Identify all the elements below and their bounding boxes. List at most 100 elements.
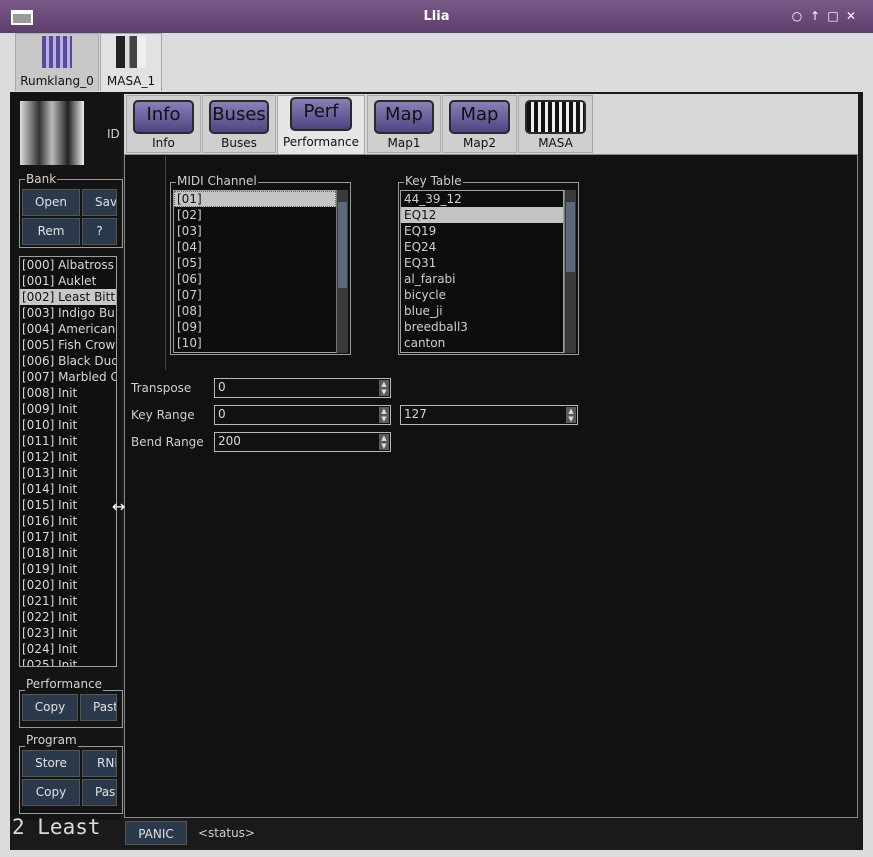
list-item[interactable]: [004] American xyxy=(20,321,116,337)
page-divider xyxy=(165,156,168,370)
bend-range-label: Bend Range xyxy=(131,435,204,449)
list-item[interactable]: [020] Init xyxy=(20,577,116,593)
list-item[interactable]: [008] Init xyxy=(20,385,116,401)
list-item[interactable]: [018] Init xyxy=(20,545,116,561)
resize-cursor-icon: ↔ xyxy=(112,497,126,516)
maximize-icon[interactable]: □ xyxy=(826,9,840,23)
tab-label: MASA xyxy=(538,136,573,150)
store-button[interactable]: Store xyxy=(22,750,80,777)
list-item[interactable]: bicycle xyxy=(401,287,563,303)
performance-group-title: Performance xyxy=(25,677,104,691)
list-item[interactable]: [000] Albatross xyxy=(20,257,116,273)
scrollbar-thumb[interactable] xyxy=(566,202,575,272)
id-label: ID xyxy=(107,127,120,141)
list-item[interactable]: blue_ji xyxy=(401,303,563,319)
list-item[interactable]: [022] Init xyxy=(20,609,116,625)
list-item[interactable]: [012] Init xyxy=(20,449,116,465)
list-item[interactable]: [09] xyxy=(174,319,336,335)
list-item[interactable]: canton xyxy=(401,335,563,351)
masa-tab-image xyxy=(525,100,586,134)
program-list[interactable]: [000] Albatross [001] Auklet [002] Least B… xyxy=(19,256,117,667)
midi-channel-list[interactable]: [01] [02] [03] [04] [05] [06] [07] [08] [09] [10] xyxy=(173,190,337,353)
tab-performance[interactable]: Perf Performance xyxy=(277,95,365,155)
save-bank-button[interactable]: Sav xyxy=(82,189,117,216)
copy-performance-button[interactable]: Copy xyxy=(22,694,78,721)
spin-arrows-icon[interactable]: ▲ ▼ xyxy=(379,407,389,423)
list-item[interactable]: [011] Init xyxy=(20,433,116,449)
spin-arrows-icon[interactable]: ▲ ▼ xyxy=(379,380,389,396)
list-item[interactable]: al_farabi xyxy=(401,271,563,287)
list-item[interactable]: [005] Fish Crow xyxy=(20,337,116,353)
tab-map1[interactable]: Map Map1 xyxy=(367,95,441,153)
open-bank-button[interactable]: Open xyxy=(22,189,80,216)
list-item[interactable]: [006] Black Duc xyxy=(20,353,116,369)
list-item[interactable]: [025] Init xyxy=(20,657,116,666)
copy-program-button[interactable]: Copy xyxy=(22,779,80,806)
tab-masa[interactable]: MASA xyxy=(518,95,593,153)
list-item[interactable]: EQ12 xyxy=(401,207,563,223)
arrow-up-icon[interactable]: ↑ xyxy=(808,9,822,23)
list-item[interactable]: [009] Init xyxy=(20,401,116,417)
list-item[interactable]: EQ31 xyxy=(401,255,563,271)
list-item[interactable]: [02] xyxy=(174,207,336,223)
key-range-high-value: 127 xyxy=(404,407,427,421)
help-button[interactable]: ? xyxy=(82,218,117,245)
list-item[interactable]: [04] xyxy=(174,239,336,255)
paste-performance-button[interactable]: Past xyxy=(80,694,117,721)
list-item[interactable]: [07] xyxy=(174,287,336,303)
tab-synth-label: Rumklang_0 xyxy=(20,74,94,88)
sticky-icon[interactable]: ○ xyxy=(790,9,804,23)
rumklang-synth-icon xyxy=(42,36,72,68)
tab-label: Performance xyxy=(282,135,360,149)
close-icon[interactable]: ✕ xyxy=(844,9,858,23)
bend-range-spinbox[interactable]: 200 ▲ ▼ xyxy=(214,432,391,452)
list-item[interactable]: [014] Init xyxy=(20,481,116,497)
list-item[interactable]: [013] Init xyxy=(20,465,116,481)
transpose-spinbox[interactable]: 0 ▲ ▼ xyxy=(214,378,391,398)
list-item[interactable]: EQ24 xyxy=(401,239,563,255)
list-item[interactable]: [001] Auklet xyxy=(20,273,116,289)
key-table-list[interactable]: 44_39_12 EQ12 EQ19 EQ24 EQ31 al_farabi bicycle… xyxy=(400,190,564,353)
list-item[interactable]: EQ19 xyxy=(401,223,563,239)
key-range-low-spinbox[interactable]: 0 ▲ ▼ xyxy=(214,405,391,425)
status-text: <status> xyxy=(198,826,255,840)
tab-map2[interactable]: Map Map2 xyxy=(442,95,517,153)
list-item[interactable]: [003] Indigo Bu xyxy=(20,305,116,321)
list-item[interactable]: [023] Init xyxy=(20,625,116,641)
list-item[interactable]: [03] xyxy=(174,223,336,239)
bank-group-title: Bank xyxy=(25,172,58,186)
random-button[interactable]: RNI xyxy=(82,750,117,777)
tab-synth-masa[interactable]: MASA_1 xyxy=(100,33,162,91)
list-item[interactable]: [021] Init xyxy=(20,593,116,609)
list-item[interactable]: [016] Init xyxy=(20,513,116,529)
list-item[interactable]: [002] Least Bitt xyxy=(20,289,116,305)
list-item[interactable]: [010] Init xyxy=(20,417,116,433)
title-bar: Llia ○ ↑ □ ✕ xyxy=(0,0,873,33)
list-item[interactable]: [05] xyxy=(174,255,336,271)
tab-synth-rumklang[interactable]: Rumklang_0 xyxy=(15,33,99,91)
list-item[interactable]: [024] Init xyxy=(20,641,116,657)
remove-button[interactable]: Rem xyxy=(22,218,80,245)
key-table-scrollbar[interactable] xyxy=(564,190,576,353)
key-range-high-spinbox[interactable]: 127 ▲ ▼ xyxy=(400,405,578,425)
list-item[interactable]: [01] xyxy=(174,191,336,207)
midi-channel-scrollbar[interactable] xyxy=(336,190,348,353)
tab-label: Info xyxy=(152,136,175,150)
list-item[interactable]: 44_39_12 xyxy=(401,191,563,207)
key-range-label: Key Range xyxy=(131,408,195,422)
list-item[interactable]: [06] xyxy=(174,271,336,287)
list-item[interactable]: [08] xyxy=(174,303,336,319)
list-item[interactable]: [019] Init xyxy=(20,561,116,577)
spin-arrows-icon[interactable]: ▲ ▼ xyxy=(379,434,389,450)
tab-buses[interactable]: Buses Buses xyxy=(202,95,276,153)
list-item[interactable]: [007] Marbled C xyxy=(20,369,116,385)
scrollbar-thumb[interactable] xyxy=(338,202,347,288)
list-item[interactable]: [015] Init xyxy=(20,497,116,513)
panic-button[interactable]: PANIC xyxy=(125,821,187,845)
spin-arrows-icon[interactable]: ▲ ▼ xyxy=(566,407,576,423)
list-item[interactable]: [017] Init xyxy=(20,529,116,545)
list-item[interactable]: [10] xyxy=(174,335,336,351)
list-item[interactable]: breedball3 xyxy=(401,319,563,335)
tab-info[interactable]: Info Info xyxy=(126,95,201,153)
paste-program-button[interactable]: Past xyxy=(82,779,117,806)
